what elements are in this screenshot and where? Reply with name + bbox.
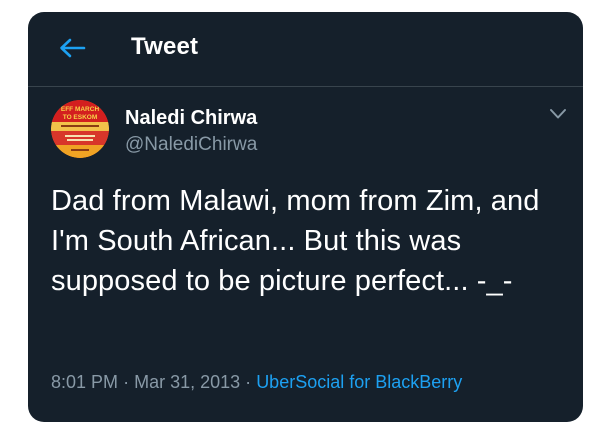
tweet-meta: 8:01 PM · Mar 31, 2013 · UberSocial for … — [51, 372, 462, 393]
author-handle[interactable]: @NalediChirwa — [125, 134, 257, 156]
tweet-header: Tweet — [28, 12, 583, 87]
page-title: Tweet — [131, 33, 199, 60]
arrow-left-icon[interactable] — [58, 37, 86, 59]
tweet-card: Tweet EFF MARCH TO ESKOM Naledi Chirwa @… — [28, 12, 583, 422]
meta-separator: · — [245, 372, 252, 392]
tweet-time[interactable]: 8:01 PM — [51, 372, 118, 392]
tweet-source-link[interactable]: UberSocial for BlackBerry — [256, 372, 462, 392]
tweet-date[interactable]: Mar 31, 2013 — [134, 372, 240, 392]
avatar-text-line1: EFF MARCH — [61, 106, 100, 113]
chevron-down-icon[interactable] — [549, 108, 567, 120]
tweet-text: Dad from Malawi, mom from Zim, and I'm S… — [51, 185, 540, 297]
avatar-text-line2: TO ESKOM — [63, 114, 98, 121]
author-name[interactable]: Naledi Chirwa — [125, 107, 257, 130]
meta-separator: · — [123, 372, 130, 392]
avatar[interactable]: EFF MARCH TO ESKOM — [51, 100, 109, 158]
